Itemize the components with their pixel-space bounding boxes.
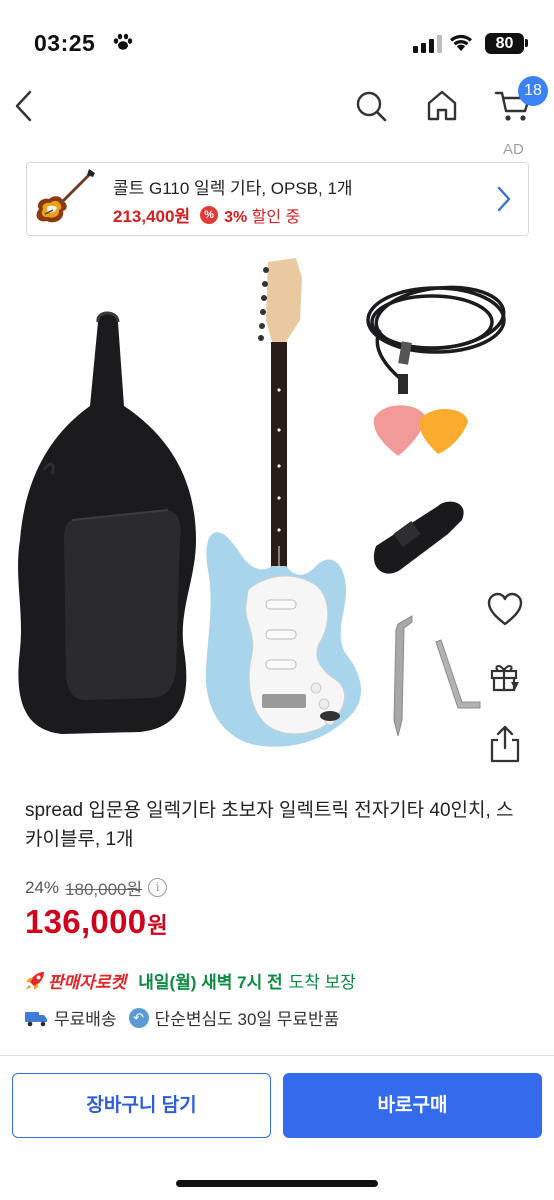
shipping-row: 무료배송 ↶ 단순변심도 30일 무료반품	[24, 1005, 339, 1030]
tremolo-arm	[393, 615, 413, 737]
electric-guitar	[205, 258, 362, 747]
ad-discount-pct: 3%	[224, 208, 248, 226]
original-price: 180,000원	[65, 880, 143, 899]
cellular-signal-icon	[413, 35, 442, 53]
home-indicator[interactable]	[176, 1180, 378, 1187]
product-title: spread 입문용 일렉기타 초보자 일렉트릭 전자기타 40인치, 스카이블…	[25, 800, 514, 850]
pick-orange	[419, 408, 468, 454]
paw-icon	[113, 33, 133, 50]
heart-icon[interactable]	[486, 592, 524, 628]
guitar-strap	[373, 501, 464, 574]
status-bar: 03:25 80	[0, 0, 554, 80]
add-to-cart-button[interactable]: 장바구니 담기	[12, 1073, 271, 1138]
search-icon[interactable]	[353, 88, 389, 124]
sale-price-value: 136,000	[25, 903, 147, 940]
share-icon[interactable]	[488, 724, 522, 764]
wifi-icon	[450, 34, 472, 51]
discount-percent-icon: %	[200, 205, 219, 224]
home-icon[interactable]	[424, 88, 460, 124]
info-icon[interactable]: i	[148, 878, 168, 897]
chevron-right-icon[interactable]	[493, 183, 515, 215]
price-meta: 24% 180,000원 i	[25, 875, 168, 900]
return-icon: ↶	[128, 1007, 149, 1028]
return-policy: 단순변심도 30일 무료반품	[154, 1010, 340, 1029]
hex-key	[435, 639, 481, 709]
ad-price: 213,400원	[113, 207, 191, 226]
pick-pink	[373, 405, 426, 456]
ad-title: 콜트 G110 일렉 기타, OPSB, 1개	[113, 179, 353, 198]
back-icon[interactable]	[8, 86, 44, 126]
gig-bag	[18, 311, 197, 734]
delivery-guarantee: 도착 보장	[288, 973, 356, 992]
ad-banner[interactable]: 콜트 G110 일렉 기타, OPSB, 1개 213,400원 % 3% 할인…	[26, 162, 529, 236]
battery-cap	[525, 39, 528, 47]
sale-price-currency: 원	[147, 913, 168, 938]
sale-price: 136,000 원	[25, 903, 168, 941]
rocket-icon	[26, 971, 44, 990]
product-image[interactable]	[0, 250, 554, 780]
ad-discount-text: 할인 중	[251, 208, 301, 226]
buy-now-button[interactable]: 바로구매	[283, 1073, 542, 1138]
gift-icon[interactable]	[488, 660, 522, 694]
status-time: 03:25	[34, 30, 96, 56]
bottom-divider	[0, 1055, 554, 1056]
rocket-label: 판매자로켓	[48, 973, 127, 992]
discount-rate: 24%	[25, 877, 60, 897]
free-shipping: 무료배송	[54, 1010, 117, 1029]
cart-count-badge: 18	[518, 76, 548, 106]
guitar-cable	[366, 285, 506, 394]
ad-label: AD	[503, 141, 524, 158]
rocket-delivery-row: 판매자로켓 내일(월) 새벽 7시 전 도착 보장	[24, 968, 356, 993]
ad-discount: 3% 할인 중	[224, 203, 300, 227]
delivery-date: 내일(월) 새벽 7시 전	[138, 973, 283, 992]
ad-guitar-thumbnail	[36, 169, 95, 223]
ad-price-row: 213,400원 % 3% 할인 중	[113, 202, 300, 227]
truck-icon	[25, 1011, 47, 1026]
battery-indicator: 80	[485, 33, 524, 54]
